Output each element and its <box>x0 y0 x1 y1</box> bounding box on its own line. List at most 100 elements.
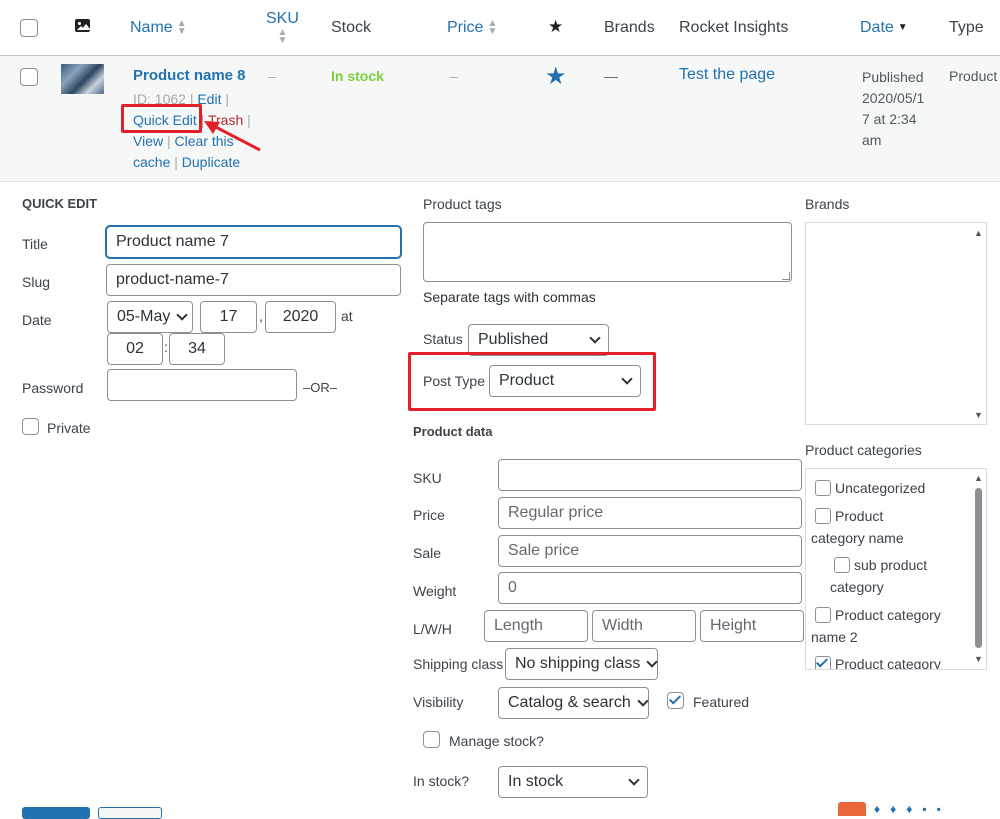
tags-label: Product tags <box>423 196 502 212</box>
width-input[interactable]: Width <box>592 610 696 642</box>
product-data-heading: Product data <box>413 424 493 439</box>
title-input[interactable]: Product name 7 <box>106 226 401 258</box>
column-rocket-insights: Rocket Insights <box>679 19 789 36</box>
sort-icon: ▼ <box>897 21 908 33</box>
weight-input[interactable]: 0 <box>498 572 802 604</box>
featured-checkbox[interactable] <box>667 692 684 709</box>
price-label: Price <box>413 507 445 523</box>
chevron-down-icon <box>176 308 189 321</box>
categories-label: Product categories <box>805 442 922 458</box>
row-checkbox[interactable] <box>20 68 38 86</box>
chevron-down-icon <box>621 372 633 385</box>
category-label-wrap: category <box>830 579 884 595</box>
hour-input[interactable]: 02 <box>107 333 163 365</box>
quick-edit-heading: QUICK EDIT <box>22 196 98 211</box>
cancel-button[interactable] <box>98 807 162 819</box>
day-input[interactable]: 17 <box>200 301 257 333</box>
categories-list[interactable]: Uncategorized Product category name sub … <box>805 468 987 670</box>
table-row: Product name 8 – In stock – ★ — Test the… <box>0 56 1000 182</box>
sale-input[interactable]: Sale price <box>498 535 802 567</box>
sku-input[interactable] <box>498 459 802 491</box>
year-input[interactable]: 2020 <box>265 301 336 333</box>
status-value: Published <box>478 331 549 348</box>
category-label: sub product <box>854 557 928 573</box>
clear-cache-link[interactable]: cache <box>133 154 170 170</box>
category-item[interactable]: Product category <box>815 604 941 626</box>
date-line: am <box>862 132 882 148</box>
scroll-up-icon[interactable]: ▲ <box>974 228 983 238</box>
category-label-wrap: name 2 <box>811 629 858 645</box>
scroll-down-icon[interactable]: ▼ <box>974 410 983 420</box>
private-checkbox[interactable] <box>22 418 39 435</box>
stock-status: In stock <box>331 68 384 84</box>
category-checkbox[interactable] <box>815 508 831 524</box>
category-checkbox[interactable] <box>815 480 831 496</box>
category-checkbox[interactable] <box>815 607 831 623</box>
shipping-label: Shipping class <box>413 656 504 672</box>
separator: | <box>225 91 229 107</box>
or-label: –OR– <box>303 380 337 395</box>
private-label: Private <box>47 420 91 436</box>
date-label: Date <box>22 312 52 328</box>
manage-stock-checkbox[interactable] <box>423 731 440 748</box>
brands-list[interactable] <box>805 222 987 425</box>
chevron-down-icon <box>589 331 601 344</box>
category-item[interactable]: sub product <box>834 554 927 576</box>
scrollbar-thumb[interactable] <box>975 488 982 648</box>
checkmark-icon <box>668 692 682 705</box>
product-thumbnail[interactable] <box>61 64 104 94</box>
product-name-link[interactable]: Product name 8 <box>133 67 246 84</box>
column-brands: Brands <box>604 19 655 36</box>
height-input[interactable]: Height <box>700 610 804 642</box>
category-item[interactable]: Uncategorized <box>815 477 925 499</box>
slug-input[interactable]: product-name-7 <box>106 264 401 296</box>
featured-star-icon[interactable]: ★ <box>545 62 567 91</box>
password-input[interactable] <box>107 369 297 401</box>
date-value: Published 2020/05/1 7 at 2:34 am <box>862 67 924 151</box>
annotation-arrow-icon <box>204 121 261 152</box>
image-column-icon <box>75 19 91 32</box>
tags-textarea[interactable] <box>423 222 792 282</box>
manage-stock-label: Manage stock? <box>449 733 544 749</box>
minute-input[interactable]: 34 <box>169 333 225 365</box>
visibility-select[interactable]: Catalog & search <box>498 687 649 719</box>
column-sku[interactable]: SKU ▲ ▼ <box>266 10 299 46</box>
view-link[interactable]: View <box>133 133 163 149</box>
category-item[interactable]: Product <box>815 505 883 527</box>
in-stock-label: In stock? <box>413 773 470 789</box>
column-date[interactable]: Date ▼ <box>860 19 908 37</box>
category-label: Product <box>835 508 884 524</box>
type-value: Product <box>949 68 998 84</box>
featured-star-icon[interactable]: ★ <box>548 17 563 37</box>
price-value: – <box>450 68 458 84</box>
brands-label: Brands <box>805 196 850 212</box>
column-name[interactable]: Name ▲ ▼ <box>130 18 187 37</box>
date-separator: , <box>259 308 263 324</box>
length-input[interactable]: Length <box>484 610 588 642</box>
visibility-label: Visibility <box>413 694 464 710</box>
month-select[interactable]: 05-May <box>107 301 193 333</box>
category-label: Product category <box>835 656 941 670</box>
column-sku-label: SKU <box>266 10 299 27</box>
status-label: Status <box>423 331 463 347</box>
title-label: Title <box>22 236 48 252</box>
shipping-select[interactable]: No shipping class <box>505 648 659 680</box>
category-item[interactable]: Product category <box>815 653 941 670</box>
category-checkbox[interactable] <box>834 557 850 573</box>
sku-value: – <box>268 68 276 84</box>
duplicate-link[interactable]: Duplicate <box>182 154 240 170</box>
column-price[interactable]: Price ▲ ▼ <box>447 18 497 37</box>
update-button[interactable] <box>22 807 90 819</box>
post-type-select[interactable]: Product <box>489 365 641 397</box>
price-input[interactable]: Regular price <box>498 497 802 529</box>
test-page-link[interactable]: Test the page <box>679 66 775 84</box>
scroll-down-icon[interactable]: ▼ <box>974 654 983 664</box>
resize-handle-icon[interactable] <box>782 272 790 280</box>
date-line: 7 at 2:34 <box>862 111 917 127</box>
category-checkbox-checked[interactable] <box>815 655 831 669</box>
select-all-checkbox[interactable] <box>20 19 38 37</box>
scroll-up-icon[interactable]: ▲ <box>974 473 983 483</box>
date-line: 2020/05/1 <box>862 90 925 106</box>
in-stock-select[interactable]: In stock <box>498 766 648 798</box>
slug-label: Slug <box>22 274 51 290</box>
